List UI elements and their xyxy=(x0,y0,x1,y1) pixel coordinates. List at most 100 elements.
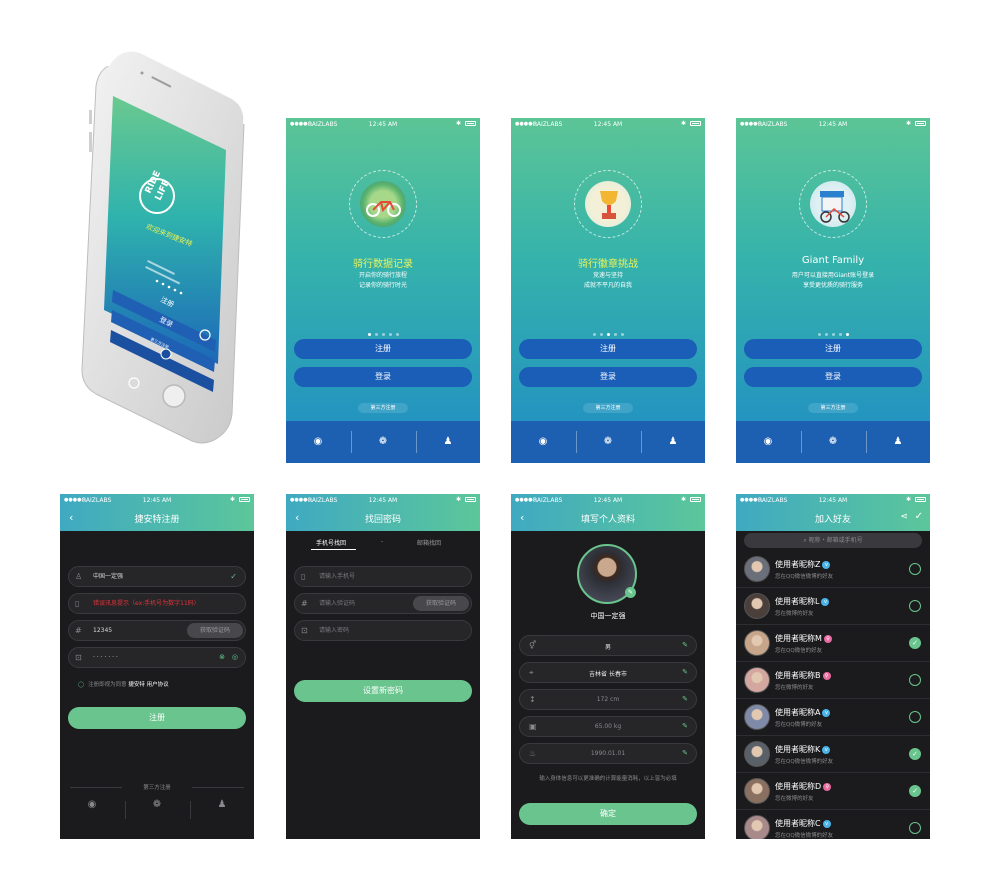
friend-row[interactable]: 使用者昵称K v 您在QQ微信微博的好友 ✓ xyxy=(736,736,930,773)
friend-row[interactable]: 使用者昵称D ♀ 您在微博的好友 ✓ xyxy=(736,773,930,810)
page-title: 填写个人资料 xyxy=(580,515,635,525)
register-submit-button[interactable]: 注册 xyxy=(68,707,246,729)
agreement-link[interactable]: 捷安特 用户协议 xyxy=(128,682,168,688)
weibo-icon[interactable]: ◉ xyxy=(60,799,124,810)
friend-row[interactable]: 使用者昵称C v 您在QQ微信微博的好友 xyxy=(736,810,930,839)
qq-icon[interactable]: ♟ xyxy=(190,799,254,810)
login-button[interactable]: 登录 xyxy=(519,367,697,387)
page-title: 捷安特注册 xyxy=(134,515,180,525)
status-bar: ●●●●○ RAIZLABS 12:45 AM ✱ xyxy=(60,494,254,506)
status-bar: ●●●●○ RAIZLABS 12:45 AM ✱ xyxy=(736,494,930,506)
set-new-password-button[interactable]: 设置新密码 xyxy=(294,680,472,702)
phone-field[interactable]: ▯ 错误讯息提示（ex:手机号为数字11码） xyxy=(68,593,246,614)
phone-input[interactable]: ▯ 请输入手机号 xyxy=(294,566,472,587)
confirm-check-icon[interactable]: ✓ xyxy=(915,511,923,522)
lock-icon: ⊡ xyxy=(75,653,82,662)
code-icon: # xyxy=(75,626,82,635)
name-field[interactable]: ♙ 中国一定强 ✓ xyxy=(68,566,246,587)
qq-icon[interactable]: ♟ xyxy=(866,421,930,463)
select-checkbox[interactable] xyxy=(909,822,921,834)
onboarding-description: 开启你的骑行旅程 记录你的骑行时光 xyxy=(358,272,407,289)
select-checkbox[interactable] xyxy=(909,600,921,612)
login-button[interactable]: 登录 xyxy=(294,367,472,387)
camera-icon[interactable]: ✎ xyxy=(625,587,636,598)
edit-icon[interactable]: ✎ xyxy=(682,749,688,757)
third-party-bar: ◉ ❁ ♟ xyxy=(736,421,930,463)
verified-badge-icon: v xyxy=(822,746,831,754)
page-indicator[interactable] xyxy=(736,321,930,340)
register-button[interactable]: 注册 xyxy=(294,339,472,359)
confirm-button[interactable]: 确定 xyxy=(519,803,697,825)
add-friends-screen: ●●●●○ RAIZLABS 12:45 AM ✱ 加入好友 ⋖ ✓ ⌕ 昵称・邮箱… xyxy=(736,494,930,839)
get-code-button[interactable]: 获取验证码 xyxy=(413,596,469,611)
friend-row[interactable]: 使用者昵称A v 您在QQ微博的好友 xyxy=(736,699,930,736)
eye-icon[interactable]: ◎ xyxy=(232,648,238,667)
search-input[interactable]: ⌕ 昵称・邮箱或手机号 xyxy=(744,533,922,548)
friend-name: 使用者昵称Z v xyxy=(775,559,831,570)
height-field[interactable]: ↕ 172 cm ✎ xyxy=(519,689,697,710)
avatar[interactable]: ✎ xyxy=(577,544,637,604)
tab-email[interactable]: 邮箱找回 xyxy=(417,538,441,547)
onboarding-title: 骑行徽章挑战 xyxy=(578,259,638,270)
clear-icon[interactable]: ⊗ xyxy=(219,648,225,667)
friend-source: 您在QQ微信微博的好友 xyxy=(775,574,834,580)
check-icon: ✓ xyxy=(230,572,237,581)
edit-icon[interactable]: ✎ xyxy=(682,641,688,649)
friend-source: 您在微博的好友 xyxy=(775,611,814,617)
tab-phone[interactable]: 手机号找回 xyxy=(316,538,346,547)
verified-badge-icon: ♀ xyxy=(823,783,832,791)
code-field[interactable]: # 12345 获取验证码 xyxy=(68,620,246,641)
gender-field[interactable]: ⚥ 男 ✎ xyxy=(519,635,697,656)
onboarding-title: 骑行数据记录 xyxy=(353,259,413,270)
agree-check-icon[interactable]: ◯ xyxy=(78,682,84,688)
qq-icon[interactable]: ♟ xyxy=(641,421,705,463)
register-button[interactable]: 注册 xyxy=(519,339,697,359)
page-indicator[interactable] xyxy=(511,321,705,340)
edit-icon[interactable]: ✎ xyxy=(682,722,688,730)
onboarding-description: 竞速与坚持 成就不平凡的自我 xyxy=(583,272,632,289)
third-party-bar: ◉ ❁ ♟ xyxy=(286,421,480,463)
get-code-button[interactable]: 获取验证码 xyxy=(187,623,243,638)
wechat-icon[interactable]: ❁ xyxy=(576,421,640,463)
edit-icon[interactable]: ✎ xyxy=(682,668,688,676)
weibo-icon[interactable]: ◉ xyxy=(736,421,800,463)
password-field[interactable]: ⊡ · · · · · · · ⊗ ◎ xyxy=(68,647,246,668)
register-button[interactable]: 注册 xyxy=(744,339,922,359)
region-field[interactable]: ⌖ 吉林省 长春市 ✎ xyxy=(519,662,697,683)
qq-icon[interactable]: ♟ xyxy=(416,421,480,463)
select-checkbox[interactable] xyxy=(909,563,921,575)
friend-source: 您在QQ微信微博的好友 xyxy=(775,759,834,765)
birthday-field[interactable]: ♨ 1990.01.01 ✎ xyxy=(519,743,697,764)
password-input[interactable]: ⊡ 请输入密码 xyxy=(294,620,472,641)
wechat-icon[interactable]: ❁ xyxy=(125,799,189,810)
phone-icon: ▯ xyxy=(75,599,80,608)
home-button[interactable] xyxy=(162,384,186,408)
friend-row[interactable]: 使用者昵称L v 您在微博的好友 xyxy=(736,588,930,625)
page-indicator[interactable] xyxy=(286,321,480,340)
select-checkbox[interactable]: ✓ xyxy=(909,748,921,760)
wechat-icon[interactable]: ❁ xyxy=(801,421,865,463)
verified-badge-icon: v xyxy=(822,709,831,717)
lock-icon: ⊡ xyxy=(301,626,308,635)
select-checkbox[interactable]: ✓ xyxy=(909,637,921,649)
code-input[interactable]: # 请输入验证码 获取验证码 xyxy=(294,593,472,614)
weight-field[interactable]: ▣ 65.00 kg ✎ xyxy=(519,716,697,737)
profile-name: 中国一定强 xyxy=(590,612,626,620)
select-checkbox[interactable]: ✓ xyxy=(909,785,921,797)
friend-row[interactable]: 使用者昵称Z v 您在QQ微信微博的好友 xyxy=(736,551,930,588)
weibo-icon[interactable]: ◉ xyxy=(511,421,575,463)
profile-screen: ●●●●○ RAIZLABS 12:45 AM ✱ ‹ 填写个人资料 ✎ 中国一定强… xyxy=(511,494,705,839)
friend-row[interactable]: 使用者昵称M ♀ 您在QQ微信的好友 ✓ xyxy=(736,625,930,662)
phone-wechat-icon[interactable] xyxy=(160,348,172,360)
login-button[interactable]: 登录 xyxy=(744,367,922,387)
edit-icon[interactable]: ✎ xyxy=(682,695,688,703)
friend-row[interactable]: 使用者昵称B ♀ 您在微博的好友 xyxy=(736,662,930,699)
select-checkbox[interactable] xyxy=(909,711,921,723)
friend-name: 使用者昵称D ♀ xyxy=(775,781,832,792)
weibo-icon[interactable]: ◉ xyxy=(286,421,350,463)
share-icon[interactable]: ⋖ xyxy=(900,512,908,522)
agreement[interactable]: ◯ 注册即视为同意 捷安特 用户协议 xyxy=(78,680,169,688)
select-checkbox[interactable] xyxy=(909,674,921,686)
verified-badge-icon: v xyxy=(821,598,830,606)
wechat-icon[interactable]: ❁ xyxy=(351,421,415,463)
